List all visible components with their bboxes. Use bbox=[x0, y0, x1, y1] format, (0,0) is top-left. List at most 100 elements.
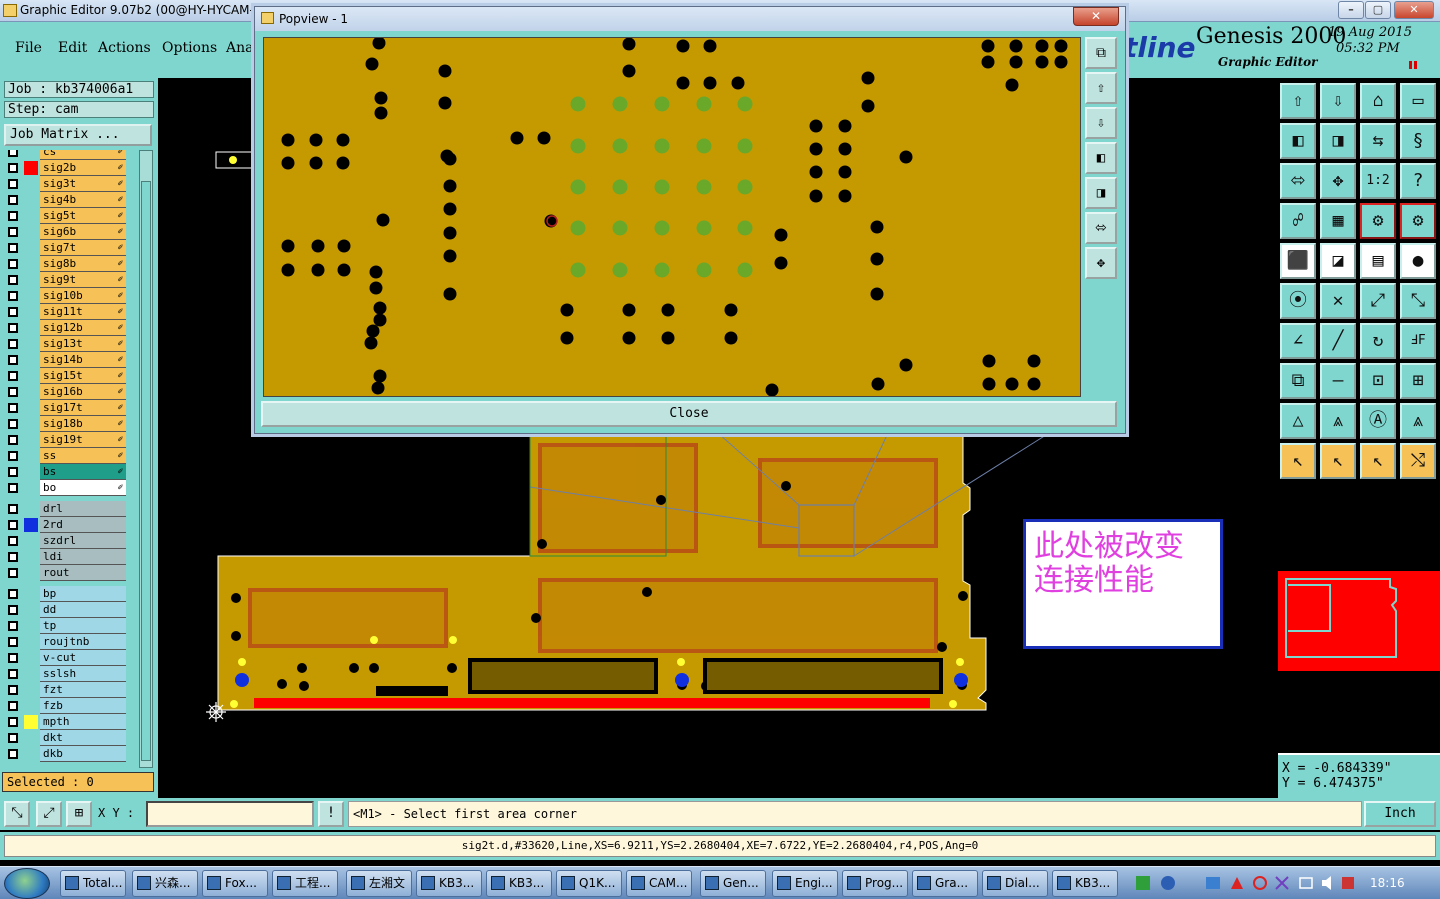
layer-row-sig13t[interactable]: sig13t ✐ bbox=[4, 336, 126, 352]
layer-row-sig10b[interactable]: sig10b ✐ bbox=[4, 288, 126, 304]
layer-name[interactable]: sig17t bbox=[40, 400, 126, 416]
popview-titlebar[interactable]: Popview - 1 ✕ bbox=[255, 7, 1125, 31]
layer-name[interactable]: sig12b bbox=[40, 320, 126, 336]
layer-row-sig11t[interactable]: sig11t ✐ bbox=[4, 304, 126, 320]
layer-name[interactable]: szdrl bbox=[40, 533, 126, 549]
layer-name[interactable]: ldi bbox=[40, 549, 126, 565]
layer-checkbox[interactable] bbox=[8, 520, 18, 530]
layer-row-2rd[interactable]: 2rd bbox=[4, 517, 126, 533]
taskbar-item[interactable]: Prog... bbox=[842, 870, 908, 897]
pop-pan-right-icon[interactable]: ◨ bbox=[1085, 177, 1117, 209]
layer-row-fzb[interactable]: fzb bbox=[4, 698, 126, 714]
system-tray-icons[interactable] bbox=[1136, 875, 1356, 893]
layer-checkbox[interactable] bbox=[8, 243, 18, 253]
taskbar-item[interactable]: CAM... bbox=[626, 870, 692, 897]
layer-checkbox[interactable] bbox=[8, 653, 18, 663]
arrow-up-alt-icon[interactable]: ⩓ bbox=[1400, 403, 1436, 439]
layer-checkbox[interactable] bbox=[8, 451, 18, 461]
layer-row-drl[interactable]: drl bbox=[4, 501, 126, 517]
taskbar-item[interactable]: 工程... bbox=[272, 870, 338, 897]
layer-name[interactable]: bp bbox=[40, 586, 126, 602]
layer-checkbox[interactable] bbox=[8, 307, 18, 317]
line-drag-icon[interactable]: ⤢ bbox=[1360, 283, 1396, 319]
layer-row-ss[interactable]: ss ✐ bbox=[4, 448, 126, 464]
layer-row-roujtnb[interactable]: roujtnb bbox=[4, 634, 126, 650]
pan-left-icon[interactable]: ◧ bbox=[1280, 123, 1316, 159]
layer-row-szdrl[interactable]: szdrl bbox=[4, 533, 126, 549]
layer-row-sig19t[interactable]: sig19t ✐ bbox=[4, 432, 126, 448]
layer-row-v-cut[interactable]: v-cut bbox=[4, 650, 126, 666]
layer-checkbox[interactable] bbox=[8, 621, 18, 631]
layer-row-rout[interactable]: rout bbox=[4, 565, 126, 581]
layer-row-tp[interactable]: tp bbox=[4, 618, 126, 634]
triangle-icon[interactable]: △ bbox=[1280, 403, 1316, 439]
layer-row-sig18b[interactable]: sig18b ✐ bbox=[4, 416, 126, 432]
pointer-select-icon[interactable]: ↖ bbox=[1320, 443, 1356, 479]
layer-name[interactable]: sig18b bbox=[40, 416, 126, 432]
layer-name[interactable]: sig7t bbox=[40, 240, 126, 256]
taskbar-item[interactable]: Q1K... bbox=[556, 870, 622, 897]
rotate-icon[interactable]: ↻ bbox=[1360, 323, 1396, 359]
measure-icon[interactable]: ⤢ bbox=[36, 801, 62, 827]
layer-row-bo[interactable]: bo ✐ bbox=[4, 480, 126, 496]
route-icon[interactable]: ⤭ bbox=[1400, 443, 1436, 479]
layer-checkbox[interactable] bbox=[8, 435, 18, 445]
layer-name[interactable]: bo bbox=[40, 480, 126, 496]
layer-name[interactable]: sig14b bbox=[40, 352, 126, 368]
layer-row-sig2b[interactable]: sig2b ✐ bbox=[4, 160, 126, 176]
layer-checkbox[interactable] bbox=[8, 259, 18, 269]
layer-checkbox[interactable] bbox=[8, 403, 18, 413]
home-view-icon[interactable]: ⌂ bbox=[1360, 83, 1396, 119]
zoom-in-icon[interactable]: ⇧ bbox=[1280, 83, 1316, 119]
layer-row-sig17t[interactable]: sig17t ✐ bbox=[4, 400, 126, 416]
layer-name[interactable]: sig2b bbox=[40, 160, 126, 176]
layer-row-dd[interactable]: dd bbox=[4, 602, 126, 618]
unit-selector[interactable]: Inch bbox=[1364, 801, 1436, 827]
layer-name[interactable]: roujtnb bbox=[40, 634, 126, 650]
layer-name[interactable]: sig19t bbox=[40, 432, 126, 448]
layer-checkbox[interactable] bbox=[8, 211, 18, 221]
group-icon[interactable]: ⊞ bbox=[1400, 363, 1436, 399]
ruler-icon[interactable]: ▤ bbox=[1360, 243, 1396, 279]
taskbar-item[interactable]: KB3... bbox=[1052, 870, 1118, 897]
mirror-icon[interactable]: ℲF bbox=[1400, 323, 1436, 359]
scrollbar-thumb[interactable] bbox=[141, 181, 151, 761]
layer-settings-icon[interactable]: ⚙ bbox=[1360, 203, 1396, 239]
help-icon[interactable]: ? bbox=[1400, 163, 1436, 199]
pan-right-icon[interactable]: ◨ bbox=[1320, 123, 1356, 159]
popview-close-x-button[interactable]: ✕ bbox=[1073, 7, 1119, 26]
label-a-icon[interactable]: Ⓐ bbox=[1360, 403, 1396, 439]
layer-checkbox[interactable] bbox=[8, 275, 18, 285]
pointer-area-icon[interactable]: ↖ bbox=[1360, 443, 1396, 479]
pop-zoom-icon[interactable]: ⧉ bbox=[1085, 37, 1117, 69]
layer-name[interactable]: sig6b bbox=[40, 224, 126, 240]
layer-row-bs[interactable]: bs ✐ bbox=[4, 464, 126, 480]
menu-options[interactable]: Options bbox=[162, 40, 217, 56]
layer-checkbox[interactable] bbox=[8, 701, 18, 711]
connect-icon[interactable]: ⦿ bbox=[1280, 283, 1316, 319]
layer-checkbox[interactable] bbox=[8, 685, 18, 695]
overview-minimap[interactable] bbox=[1278, 571, 1440, 671]
snap-icon[interactable]: § bbox=[1400, 123, 1436, 159]
pop-pan-left-icon[interactable]: ◧ bbox=[1085, 142, 1117, 174]
layer-checkbox[interactable] bbox=[8, 536, 18, 546]
layer-row-dkt[interactable]: dkt bbox=[4, 730, 126, 746]
slash-line-icon[interactable]: ╱ bbox=[1320, 323, 1356, 359]
pop-zoom-out-icon[interactable]: ⇩ bbox=[1085, 107, 1117, 139]
layer-row-mpth[interactable]: mpth bbox=[4, 714, 126, 730]
layer-checkbox[interactable] bbox=[8, 552, 18, 562]
taskbar-item[interactable]: Engi... bbox=[772, 870, 838, 897]
angle-icon[interactable]: ∠ bbox=[1280, 323, 1316, 359]
layer-name[interactable]: dd bbox=[40, 602, 126, 618]
menu-edit[interactable]: Edit bbox=[58, 40, 87, 56]
grid-display-icon[interactable]: ▦ bbox=[1320, 203, 1356, 239]
arrow-up-icon[interactable]: ⩓ bbox=[1320, 403, 1356, 439]
layer-row-cs[interactable]: cs ✐ bbox=[4, 150, 126, 160]
layer-checkbox[interactable] bbox=[8, 669, 18, 679]
swap-icon[interactable]: ⇆ bbox=[1360, 123, 1396, 159]
select-pad-icon[interactable]: ⬛ bbox=[1280, 243, 1316, 279]
taskbar-item[interactable]: KB3... bbox=[486, 870, 552, 897]
hline-icon[interactable]: — bbox=[1320, 363, 1356, 399]
layer-checkbox[interactable] bbox=[8, 227, 18, 237]
taskbar-item[interactable]: 左湘文 bbox=[346, 870, 412, 897]
